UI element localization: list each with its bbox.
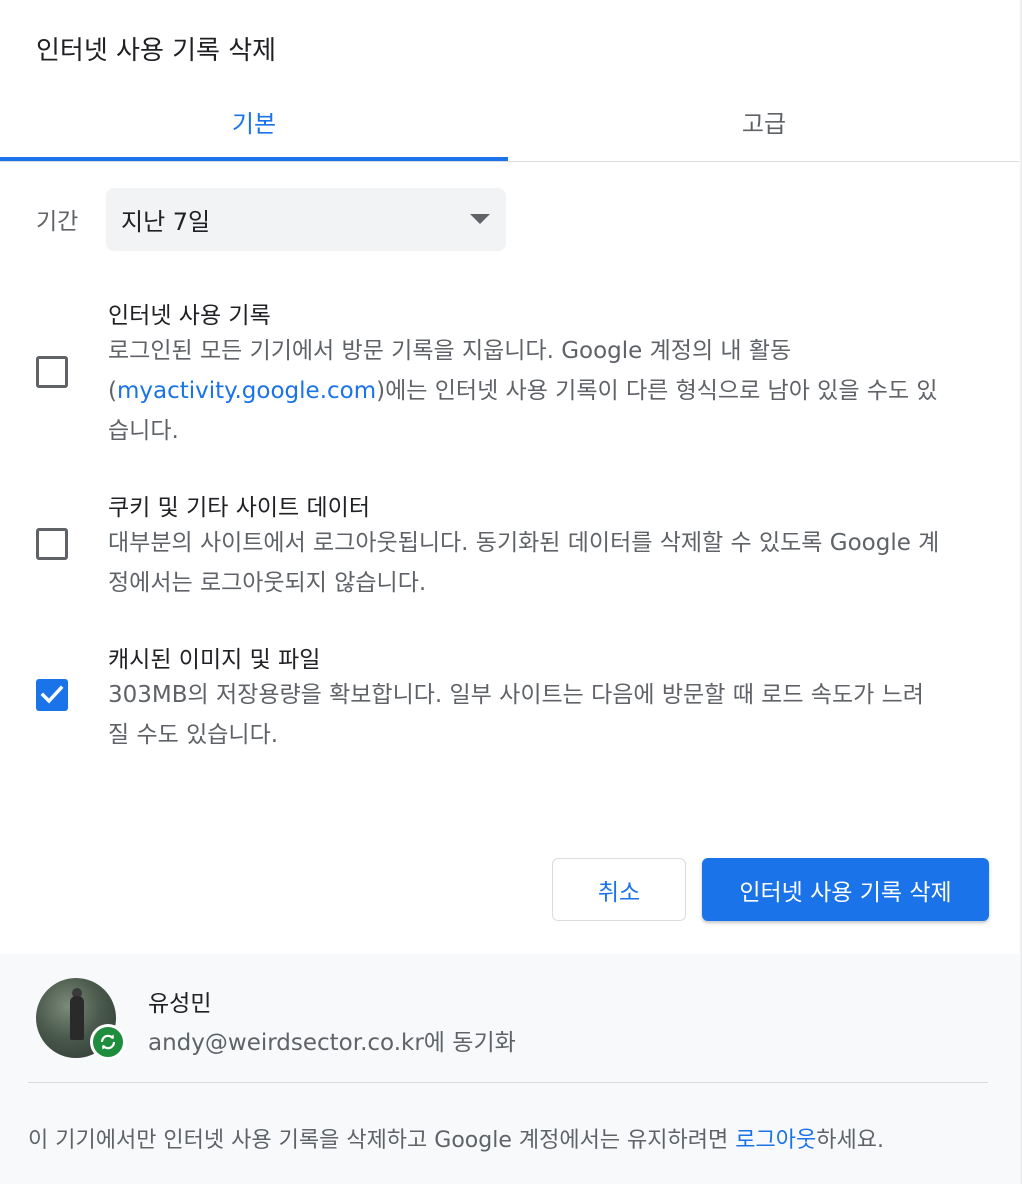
myactivity-link[interactable]: myactivity.google.com: [117, 378, 376, 404]
cached-images-desc-line1: 303MB의 저장용량을 확보합니다. 일부 사이트는 다음에 방문할 때 로드…: [108, 682, 924, 708]
browsing-history-desc-line1: 로그인된 모든 기기에서 방문 기록을 지웁니다. Google 계정의 내 활…: [108, 338, 792, 364]
period-dropdown[interactable]: 지난 7일: [106, 188, 506, 251]
cached-images-title: 캐시된 이미지 및 파일: [108, 647, 321, 673]
cached-images-checkbox[interactable]: [36, 679, 68, 711]
tab-advanced[interactable]: 고급: [508, 80, 1020, 162]
browsing-history-desc-line3: 습니다.: [108, 418, 179, 444]
sign-out-note-text: 이 기기에서만 인터넷 사용 기록을 삭제하고 Google 계정에서는 유지하…: [28, 1128, 736, 1153]
period-value: 지난 7일: [121, 208, 211, 236]
browsing-history-desc-line2-rest: )에는 인터넷 사용 기록이 다른 형식으로 남아 있을 수도 있: [376, 378, 938, 404]
cookies-desc-line2: 정에서는 로그아웃되지 않습니다.: [108, 570, 427, 596]
cached-images-description: 303MB의 저장용량을 확보합니다. 일부 사이트는 다음에 방문할 때 로드…: [108, 675, 988, 755]
cookies-title: 쿠키 및 기타 사이트 데이터: [108, 495, 371, 521]
dropdown-caret-icon: [470, 214, 490, 224]
dialog-title: 인터넷 사용 기록 삭제: [36, 36, 277, 66]
paren-open: (: [108, 378, 117, 404]
tab-basic[interactable]: 기본: [0, 80, 508, 162]
cached-images-desc-line2: 질 수도 있습니다.: [108, 722, 279, 748]
browsing-history-title: 인터넷 사용 기록: [108, 303, 271, 329]
footer-divider: [28, 1082, 988, 1083]
account-sync-status: andy@weirdsector.co.kr에 동기화: [148, 1030, 516, 1056]
sync-icon: [90, 1024, 126, 1060]
cookies-description: 대부분의 사이트에서 로그아웃됩니다. 동기화된 데이터를 삭제할 수 있도록 …: [108, 523, 988, 603]
browsing-history-desc-line2: (myactivity.google.com)에는 인터넷 사용 기록이 다른 …: [108, 371, 988, 411]
cookies-desc-line1: 대부분의 사이트에서 로그아웃됩니다. 동기화된 데이터를 삭제할 수 있도록 …: [108, 530, 940, 556]
period-label: 기간: [36, 209, 79, 235]
avatar-figure-body: [70, 996, 84, 1040]
checkmark-icon: [40, 685, 64, 704]
cookies-checkbox[interactable]: [36, 528, 68, 560]
sign-out-note: 이 기기에서만 인터넷 사용 기록을 삭제하고 Google 계정에서는 유지하…: [28, 1122, 884, 1154]
sign-out-note-suffix: 하세요.: [816, 1128, 884, 1153]
sync-arrows-icon: [100, 1034, 116, 1050]
clear-data-button[interactable]: 인터넷 사용 기록 삭제: [702, 858, 989, 921]
tab-bar: 기본 고급: [0, 80, 1020, 162]
account-name: 유성민: [148, 991, 212, 1017]
tab-selected-indicator: [0, 157, 508, 161]
cancel-button[interactable]: 취소: [552, 858, 686, 921]
browsing-history-description: 로그인된 모든 기기에서 방문 기록을 지웁니다. Google 계정의 내 활…: [108, 331, 988, 451]
browsing-history-checkbox[interactable]: [36, 356, 68, 388]
clear-browsing-data-dialog: 인터넷 사용 기록 삭제 기본 고급 기간 지난 7일 인터넷 사용 기록 로그…: [0, 0, 1022, 1184]
sign-out-link[interactable]: 로그아웃: [735, 1128, 816, 1153]
